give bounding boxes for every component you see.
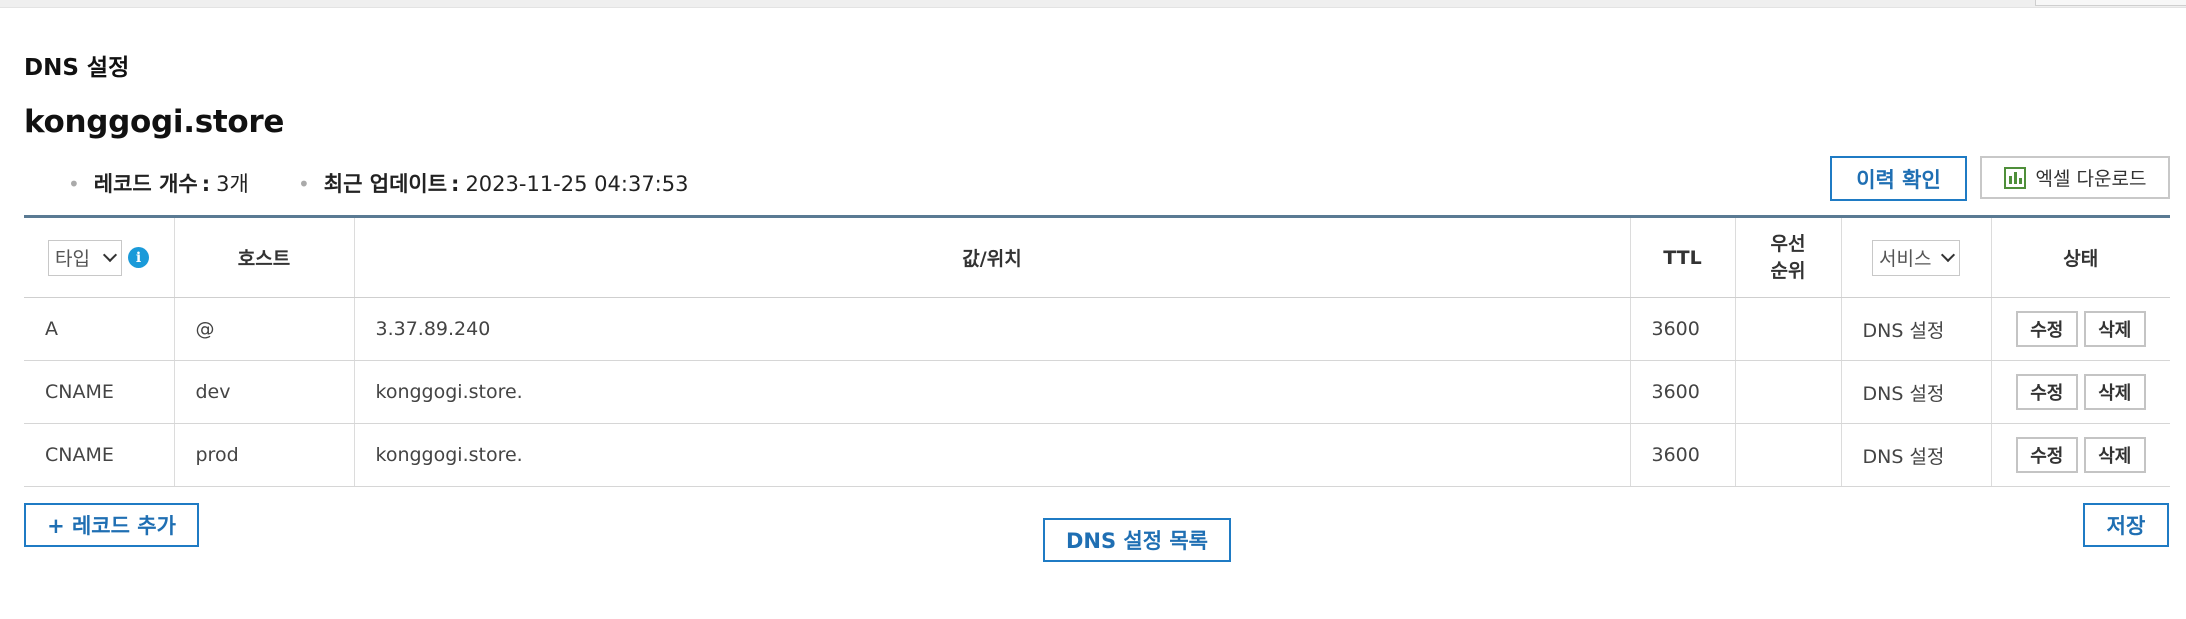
dns-records-table: 타입 i 호스트 값/위치 TTL 우선 순위 서비스 상태 A @ 3.37.8… (24, 215, 2170, 487)
type-filter-select[interactable]: 타입 (48, 239, 122, 276)
record-count-label: 레코드 개수 (93, 172, 198, 196)
bullet-icon: • (298, 172, 310, 196)
cell-host: dev (174, 360, 355, 424)
column-type: 타입 i (24, 216, 175, 298)
cell-actions: 수정 삭제 (1991, 360, 2170, 424)
cell-value: konggogi.store. (354, 423, 1631, 487)
delete-button[interactable]: 삭제 (2083, 437, 2146, 473)
top-bar (0, 0, 2186, 8)
cell-priority (1735, 360, 1842, 424)
last-update-value: 2023-11-25 04:37:53 (465, 172, 689, 196)
cell-type: A (24, 297, 175, 361)
column-ttl: TTL (1630, 216, 1736, 298)
service-filter-select[interactable]: 서비스 (1872, 239, 1960, 276)
record-count-info: • 레코드 개수:3개 (68, 172, 249, 196)
cell-type: CNAME (24, 360, 175, 424)
save-button[interactable]: 저장 (2083, 503, 2169, 547)
edit-button[interactable]: 수정 (2015, 374, 2078, 410)
column-value: 값/위치 (354, 216, 1631, 298)
cell-actions: 수정 삭제 (1991, 297, 2170, 361)
cell-ttl: 3600 (1630, 360, 1736, 424)
history-button[interactable]: 이력 확인 (1830, 156, 1967, 201)
table-header-row: 타입 i 호스트 값/위치 TTL 우선 순위 서비스 상태 (24, 216, 2170, 298)
cell-value: 3.37.89.240 (354, 297, 1631, 361)
delete-button[interactable]: 삭제 (2083, 311, 2146, 347)
chevron-down-icon (102, 247, 118, 263)
chevron-down-icon (1940, 247, 1956, 263)
add-record-button[interactable]: + 레코드 추가 (24, 503, 199, 547)
table-row: CNAME dev konggogi.store. 3600 DNS 설정 수정… (24, 360, 2170, 424)
column-priority: 우선 순위 (1735, 216, 1842, 298)
excel-chart-icon (2003, 166, 2026, 189)
delete-button[interactable]: 삭제 (2083, 374, 2146, 410)
cell-priority (1735, 297, 1842, 361)
cell-service: DNS 설정 (1841, 423, 1992, 487)
cell-host: @ (174, 297, 355, 361)
cell-ttl: 3600 (1630, 423, 1736, 487)
cell-host: prod (174, 423, 355, 487)
column-status: 상태 (1991, 216, 2170, 298)
column-priority-label: 우선 순위 (1770, 232, 1806, 282)
info-icon[interactable]: i (128, 247, 149, 268)
cell-ttl: 3600 (1630, 297, 1736, 361)
table-row: CNAME prod konggogi.store. 3600 DNS 설정 수… (24, 423, 2170, 487)
cell-type: CNAME (24, 423, 175, 487)
section-title: DNS 설정 (24, 55, 130, 81)
column-service: 서비스 (1841, 216, 1992, 298)
record-count-value: 3개 (216, 172, 249, 196)
bullet-icon: • (68, 172, 80, 196)
cell-actions: 수정 삭제 (1991, 423, 2170, 487)
last-update-label: 최근 업데이트 (323, 172, 448, 196)
cell-service: DNS 설정 (1841, 297, 1992, 361)
cell-value: konggogi.store. (354, 360, 1631, 424)
dns-list-button[interactable]: DNS 설정 목록 (1043, 518, 1231, 562)
top-bar-corner (2035, 0, 2186, 6)
excel-download-label: 엑셀 다운로드 (2035, 168, 2147, 190)
cell-service: DNS 설정 (1841, 360, 1992, 424)
column-host: 호스트 (174, 216, 355, 298)
edit-button[interactable]: 수정 (2015, 437, 2078, 473)
excel-download-button[interactable]: 엑셀 다운로드 (1980, 156, 2170, 199)
cell-priority (1735, 423, 1842, 487)
table-row: A @ 3.37.89.240 3600 DNS 설정 수정 삭제 (24, 297, 2170, 361)
edit-button[interactable]: 수정 (2015, 311, 2078, 347)
last-update-info: • 최근 업데이트:2023-11-25 04:37:53 (298, 172, 689, 196)
domain-title: konggogi.store (24, 104, 285, 140)
